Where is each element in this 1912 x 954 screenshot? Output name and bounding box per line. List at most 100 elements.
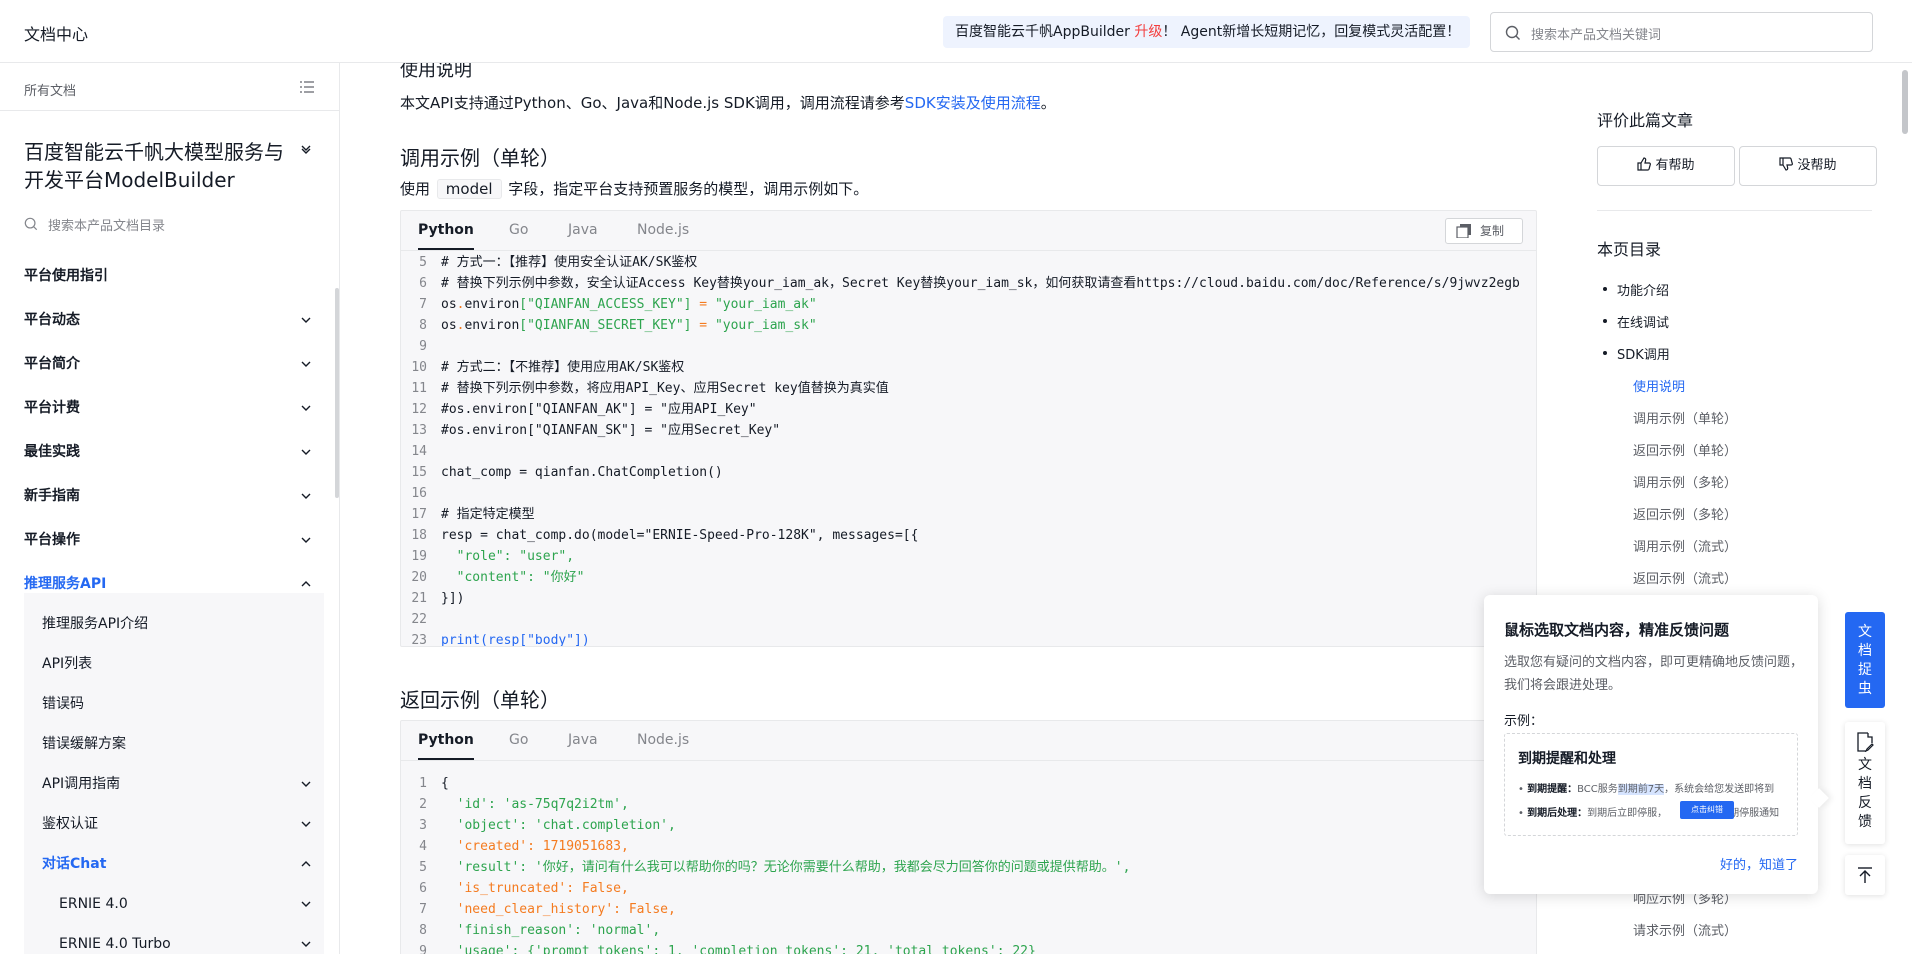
toc-item[interactable]: 在线调试 <box>1602 312 1669 331</box>
code-line: 10 # 方式二：【不推荐】使用应用AK/SK鉴权 <box>401 357 1536 378</box>
copy-button[interactable]: 复制 <box>1445 218 1523 244</box>
line-number: 14 <box>411 444 427 459</box>
sidebar-subitem-api-list[interactable]: API列表 <box>42 649 320 679</box>
sidebar-subitem-ernie-4[interactable]: ERNIE 4.0 <box>59 889 320 919</box>
not-helpful-button[interactable]: 没帮助 <box>1739 146 1877 186</box>
tab-nodejs[interactable]: Node.js <box>637 732 689 748</box>
code-line: 18 resp = chat_comp.do(model="ERNIE-Speed… <box>401 525 1536 546</box>
code-line: 7 os.environ["QIANFAN_ACCESS_KEY"] = "you… <box>401 294 1536 315</box>
sidebar-item-practice[interactable]: 最佳实践 <box>24 437 320 467</box>
line-number: 1 <box>419 776 427 791</box>
page-scrollbar[interactable] <box>1902 70 1908 134</box>
announcement-banner[interactable]: 百度智能云千帆AppBuilder 升级！ Agent新增长短期记忆，回复模式灵… <box>943 16 1470 48</box>
code-token: ["QIANFAN_SECRET_KEY"] <box>519 318 692 333</box>
intro-end: 。 <box>1040 94 1056 112</box>
sidebar-subitem-auth[interactable]: 鉴权认证 <box>42 809 320 839</box>
sidebar-subitem-ernie-4-turbo[interactable]: ERNIE 4.0 Turbo <box>59 929 320 954</box>
section-heading-usage: 使用说明 <box>400 63 472 81</box>
sidebar-item-news[interactable]: 平台动态 <box>24 305 320 335</box>
chevron-down-icon <box>301 821 311 827</box>
code-line: 4 'created': 1719051683, <box>401 836 1536 857</box>
product-title: 百度智能云千帆大模型服务与开发平台ModelBuilder <box>24 140 284 192</box>
tab-python[interactable]: Python <box>418 222 474 250</box>
search-placeholder: 搜索本产品文档关键词 <box>1531 28 1662 43</box>
doc-bug-button[interactable]: 文档捉虫 <box>1845 612 1885 708</box>
sidebar-item-guide[interactable]: 平台使用指引 <box>24 261 320 291</box>
code-line: 9 <box>401 336 1536 357</box>
code-lines-call: 5 # 方式一：【推荐】使用安全认证AK/SK鉴权 6 # 替换下列示例中参数，安全… <box>401 252 1536 646</box>
example-highlight: 到期前7天 <box>1617 784 1665 795</box>
code-token: ["QIANFAN_ACCESS_KEY"] <box>519 297 692 312</box>
sidebar-item-label: 新手指南 <box>24 488 80 504</box>
sidebar-item-intro[interactable]: 平台简介 <box>24 349 320 379</box>
helpful-button[interactable]: 有帮助 <box>1597 146 1735 186</box>
tab-java[interactable]: Java <box>568 732 598 748</box>
doc-search-input[interactable]: 搜索本产品文档关键词 <box>1490 12 1873 52</box>
code-text: # 替换下列示例中参数，安全认证Access Key替换your_iam_ak，… <box>441 276 1520 291</box>
example-row-text: 期停服通知 <box>1729 808 1780 819</box>
chevron-up-icon <box>301 861 311 867</box>
code-text: resp = chat_comp.do(model="ERNIE-Speed-P… <box>441 528 919 543</box>
toc-item[interactable]: 返回示例（多轮） <box>1633 504 1737 523</box>
example-row-text: ，系统会给您发送即将到 <box>1664 784 1775 795</box>
popover-ok-button[interactable]: 好的，知道了 <box>1720 854 1798 873</box>
toc-item-active[interactable]: 使用说明 <box>1633 376 1685 395</box>
doc-center-link[interactable]: 文档中心 <box>24 21 88 45</box>
back-to-top-button[interactable] <box>1845 855 1885 895</box>
code-text: # 指定特定模型 <box>441 507 535 522</box>
doc-feedback-button[interactable]: 文档反馈 <box>1845 722 1885 844</box>
sidebar-item-operation[interactable]: 平台操作 <box>24 525 320 555</box>
tab-python[interactable]: Python <box>418 732 474 760</box>
sidebar-search-input[interactable]: 搜索本产品文档目录 <box>24 212 304 238</box>
chevron-down-icon <box>301 361 311 367</box>
toc-item[interactable]: 返回示例（单轮） <box>1633 440 1737 459</box>
intro-paragraph: 本文API支持通过Python、Go、Java和Node.js SDK调用，调用… <box>400 92 1056 113</box>
code-token: = <box>691 318 715 333</box>
sidebar-subitem-error-solution[interactable]: 错误缓解方案 <box>42 729 320 759</box>
tab-go[interactable]: Go <box>509 222 528 238</box>
sidebar-scrollbar[interactable] <box>335 288 339 498</box>
chevron-down-icon <box>301 493 311 499</box>
toc-item[interactable]: 返回示例（流式） <box>1633 568 1737 587</box>
sidebar-subitem-error-code[interactable]: 错误码 <box>42 689 320 719</box>
sidebar-item-label: 平台动态 <box>24 312 80 328</box>
all-docs-link[interactable]: 所有文档 <box>24 80 76 99</box>
code-line: 12 #os.environ["QIANFAN_AK"] = "应用API_Key… <box>401 399 1536 420</box>
code-line: 3 'object': 'chat.completion', <box>401 815 1536 836</box>
code-text: 'is_truncated': False, <box>441 881 629 896</box>
sidebar-subitem-api-intro[interactable]: 推理服务API介绍 <box>42 609 320 639</box>
code-line: 16 <box>401 483 1536 504</box>
toc-item[interactable]: SDK调用 <box>1603 344 1670 363</box>
tab-go[interactable]: Go <box>509 732 528 748</box>
toc-item[interactable]: 调用示例（流式） <box>1633 536 1737 555</box>
tab-nodejs[interactable]: Node.js <box>637 222 689 238</box>
chevron-up-icon <box>301 581 311 587</box>
example-row-text: 到期后立即停服， <box>1587 808 1668 819</box>
thumbs-down-icon <box>1779 157 1794 171</box>
sidebar-item-beginner[interactable]: 新手指南 <box>24 481 320 511</box>
sidebar-subitem-api-guide[interactable]: API调用指南 <box>42 769 320 799</box>
code-line: 14 <box>401 441 1536 462</box>
edit-doc-icon <box>1857 732 1874 752</box>
sidebar-item-label: 推理服务API <box>24 576 107 592</box>
chevron-down-icon[interactable] <box>300 143 312 155</box>
sidebar-item-billing[interactable]: 平台计费 <box>24 393 320 423</box>
code-text: 'object': 'chat.completion', <box>441 818 676 833</box>
code-text: #os.environ["QIANFAN_SK"] = "应用Secret_Ke… <box>441 423 781 438</box>
toc-item[interactable]: 调用示例（多轮） <box>1633 472 1737 491</box>
code-text: # 方式二：【不推荐】使用应用AK/SK鉴权 <box>441 360 685 375</box>
line-number: 7 <box>419 297 427 312</box>
code-text: 'usage': {'prompt_tokens': 1, 'completio… <box>441 944 1036 954</box>
code-line: 13 #os.environ["QIANFAN_SK"] = "应用Secret_… <box>401 420 1536 441</box>
toc-item[interactable]: 请求示例（流式） <box>1633 920 1737 939</box>
toc-item[interactable]: 功能介绍 <box>1602 280 1669 299</box>
toc-item[interactable]: 调用示例（单轮） <box>1633 408 1737 427</box>
sidebar-subitem-chat[interactable]: 对话Chat <box>42 849 320 879</box>
tab-java[interactable]: Java <box>568 222 598 238</box>
list-icon[interactable] <box>300 81 314 93</box>
line-number: 21 <box>411 591 427 606</box>
sdk-install-link[interactable]: SDK安装及使用流程 <box>905 94 1041 112</box>
sidebar-search-placeholder: 搜索本产品文档目录 <box>48 219 166 234</box>
code-line: 22 <box>401 609 1536 630</box>
example-correct-badge: 点击纠错 <box>1680 801 1734 819</box>
